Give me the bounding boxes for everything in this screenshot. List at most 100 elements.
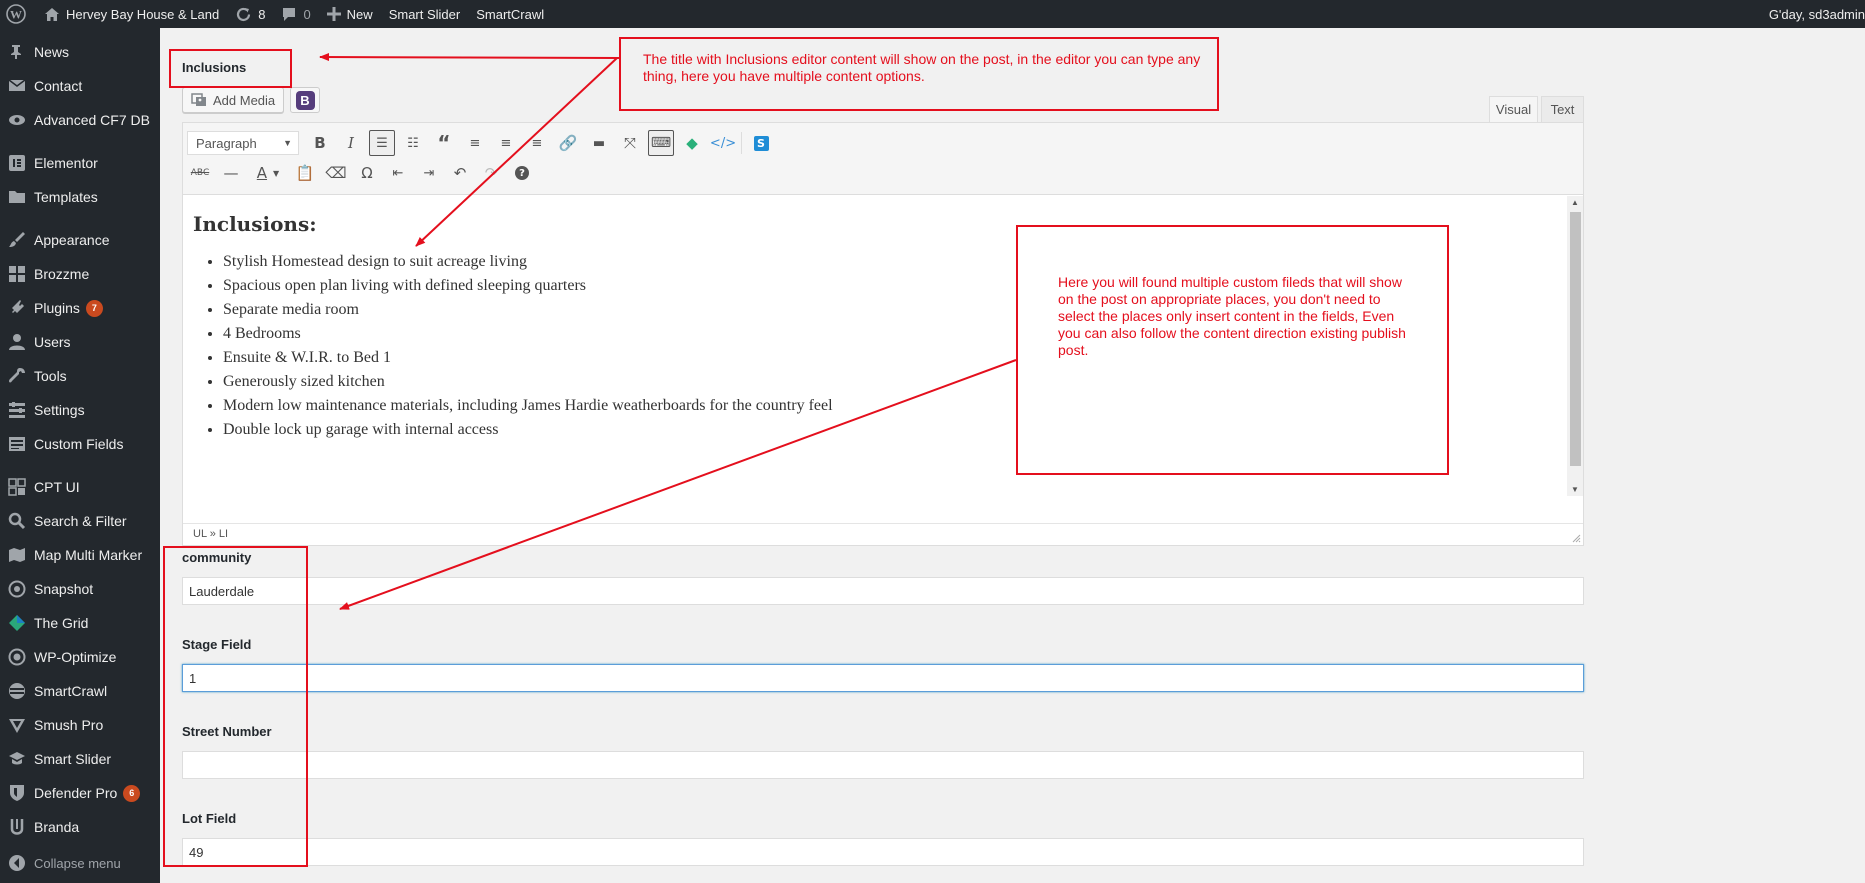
paste-text-button[interactable]: 📋	[292, 160, 318, 186]
sidebar-item-cpt-ui[interactable]: CPT UI	[0, 470, 160, 504]
sidebar-item-defender-pro[interactable]: Defender Pro 6	[0, 776, 160, 810]
clear-formatting-button[interactable]: ⌫	[323, 160, 349, 186]
thegrid-icon	[0, 614, 34, 632]
community-input[interactable]	[182, 577, 1584, 605]
bulleted-list-button[interactable]: ☰	[369, 130, 395, 156]
special-character-button[interactable]: Ω	[354, 160, 380, 186]
stage-field-input[interactable]	[182, 664, 1584, 692]
eraser-icon: ⌫	[325, 164, 347, 182]
sidebar-item-smartcrawl[interactable]: SmartCrawl	[0, 674, 160, 708]
sidebar-item-appearance[interactable]: Appearance	[0, 223, 160, 257]
text-color-button[interactable]: A ▼	[249, 160, 287, 186]
sidebar-item-tools[interactable]: Tools	[0, 359, 160, 393]
smart-slider-button[interactable]: S	[748, 130, 774, 156]
bullet-list-icon: ☰	[376, 135, 388, 151]
toolbar-row-2: ABC — A ▼ 📋 ⌫ Ω ⇤ ⇥ ↶ ↷ ?	[187, 157, 540, 189]
keyboard-icon: ⌨	[650, 135, 672, 151]
sidebar-item-contact[interactable]: Contact	[0, 69, 160, 103]
sidebar-item-label: Templates	[34, 189, 98, 205]
new-label: New	[346, 6, 373, 22]
comments-link[interactable]: 0	[273, 0, 318, 28]
blockquote-button[interactable]: “	[431, 130, 457, 156]
sidebar-item-news[interactable]: News	[0, 35, 160, 69]
sidebar-item-templates[interactable]: Templates	[0, 180, 160, 214]
tab-text[interactable]: Text	[1541, 96, 1584, 122]
align-center-button[interactable]: ≡	[493, 130, 519, 156]
horizontal-line-button[interactable]: —	[218, 160, 244, 186]
sidebar-item-the-grid[interactable]: The Grid	[0, 606, 160, 640]
insert-link-button[interactable]: 🔗	[555, 130, 581, 156]
fields-highlight-box	[163, 546, 308, 867]
italic-button[interactable]: I	[338, 130, 364, 156]
scroll-thumb[interactable]	[1570, 212, 1581, 466]
sidebar-item-settings[interactable]: Settings	[0, 393, 160, 427]
editor-scrollbar[interactable]: ▲ ▼	[1567, 196, 1583, 496]
add-media-button[interactable]: Add Media	[182, 87, 285, 113]
scroll-down-icon[interactable]: ▼	[1571, 485, 1579, 494]
quote-icon: “	[437, 131, 451, 155]
strikethrough-button[interactable]: ABC	[187, 160, 213, 186]
sidebar-item-label: Snapshot	[34, 581, 94, 597]
plus-icon	[326, 7, 341, 21]
sidebar-item-search-filter[interactable]: Search & Filter	[0, 504, 160, 538]
sidebar-item-branda[interactable]: Branda	[0, 810, 160, 844]
fullscreen-button[interactable]: ⤧	[617, 130, 643, 156]
sidebar-item-label: Appearance	[34, 232, 110, 248]
indent-button[interactable]: ⇥	[416, 160, 442, 186]
sidebar-item-elementor[interactable]: Elementor	[0, 146, 160, 180]
align-left-button[interactable]: ≡	[462, 130, 488, 156]
sidebar-item-advanced-cf7-db[interactable]: Advanced CF7 DB	[0, 103, 160, 137]
sidebar-item-label: SmartCrawl	[34, 683, 108, 699]
read-more-icon: ▬	[592, 135, 606, 151]
bold-button[interactable]: B	[307, 130, 333, 156]
new-content-link[interactable]: New	[319, 0, 381, 28]
branda-icon	[0, 818, 34, 836]
undo-button[interactable]: ↶	[447, 160, 473, 186]
caret-down-icon: ▼	[283, 138, 292, 148]
tab-visual[interactable]: Visual	[1489, 96, 1538, 122]
updates-link[interactable]: 8	[227, 0, 273, 28]
sidebar-item-plugins[interactable]: Plugins 7	[0, 291, 160, 325]
plug-icon	[0, 299, 34, 317]
format-select[interactable]: Paragraph ▼	[187, 131, 299, 155]
keyboard-shortcuts-button[interactable]: ?	[509, 160, 535, 186]
sidebar-item-custom-fields[interactable]: Custom Fields	[0, 427, 160, 461]
outdent-button[interactable]: ⇤	[385, 160, 411, 186]
redo-button[interactable]: ↷	[478, 160, 504, 186]
sidebar-item-smart-slider[interactable]: Smart Slider	[0, 742, 160, 776]
account-menu[interactable]: G'day, sd3admin	[1761, 0, 1865, 28]
scroll-up-icon[interactable]: ▲	[1571, 198, 1579, 207]
sidebar-item-smush-pro[interactable]: Smush Pro	[0, 708, 160, 742]
post-edit-content: Inclusions Add Media B Visual Text Parag…	[160, 28, 1865, 883]
media-icon	[191, 92, 207, 108]
shortcode-button[interactable]: </>	[710, 130, 736, 156]
align-right-button[interactable]: ≡	[524, 130, 550, 156]
sidebar-item-users[interactable]: Users	[0, 325, 160, 359]
street-number-input[interactable]	[182, 751, 1584, 779]
sidebar-item-label: Brozzme	[34, 266, 90, 282]
smartcrawl-icon	[0, 682, 34, 700]
site-name-link[interactable]: Hervey Bay House & Land	[36, 0, 227, 28]
undo-icon: ↶	[453, 164, 467, 182]
smart-slider-label: Smart Slider	[388, 6, 461, 22]
lot-field-input[interactable]	[182, 838, 1584, 866]
sidebar-item-label: Elementor	[34, 155, 98, 171]
the-grid-button[interactable]: ◆	[679, 130, 705, 156]
sidebar-item-wp-optimize[interactable]: WP-Optimize	[0, 640, 160, 674]
thegrid-icon: ◆	[686, 134, 698, 152]
sidebar-item-snapshot[interactable]: Snapshot	[0, 572, 160, 606]
sidebar-item-label: Map Multi Marker	[34, 547, 143, 563]
collapse-menu-button[interactable]: Collapse menu	[0, 846, 160, 880]
sidebar-item-brozzme[interactable]: Brozzme	[0, 257, 160, 291]
smart-slider-link[interactable]: Smart Slider	[381, 0, 469, 28]
resize-handle-icon[interactable]	[1571, 533, 1581, 543]
smartcrawl-link[interactable]: SmartCrawl	[468, 0, 552, 28]
numbered-list-button[interactable]: ☷	[400, 130, 426, 156]
sidebar-item-map-multi-marker[interactable]: Map Multi Marker	[0, 538, 160, 572]
wp-logo[interactable]: W	[0, 0, 36, 28]
sidebar-item-label: Branda	[34, 819, 80, 835]
bootstrap-shortcode-button[interactable]: B	[290, 87, 320, 113]
toolbar-toggle-button[interactable]: ⌨	[648, 130, 674, 156]
read-more-button[interactable]: ▬	[586, 130, 612, 156]
bootstrap-icon: B	[295, 90, 315, 110]
